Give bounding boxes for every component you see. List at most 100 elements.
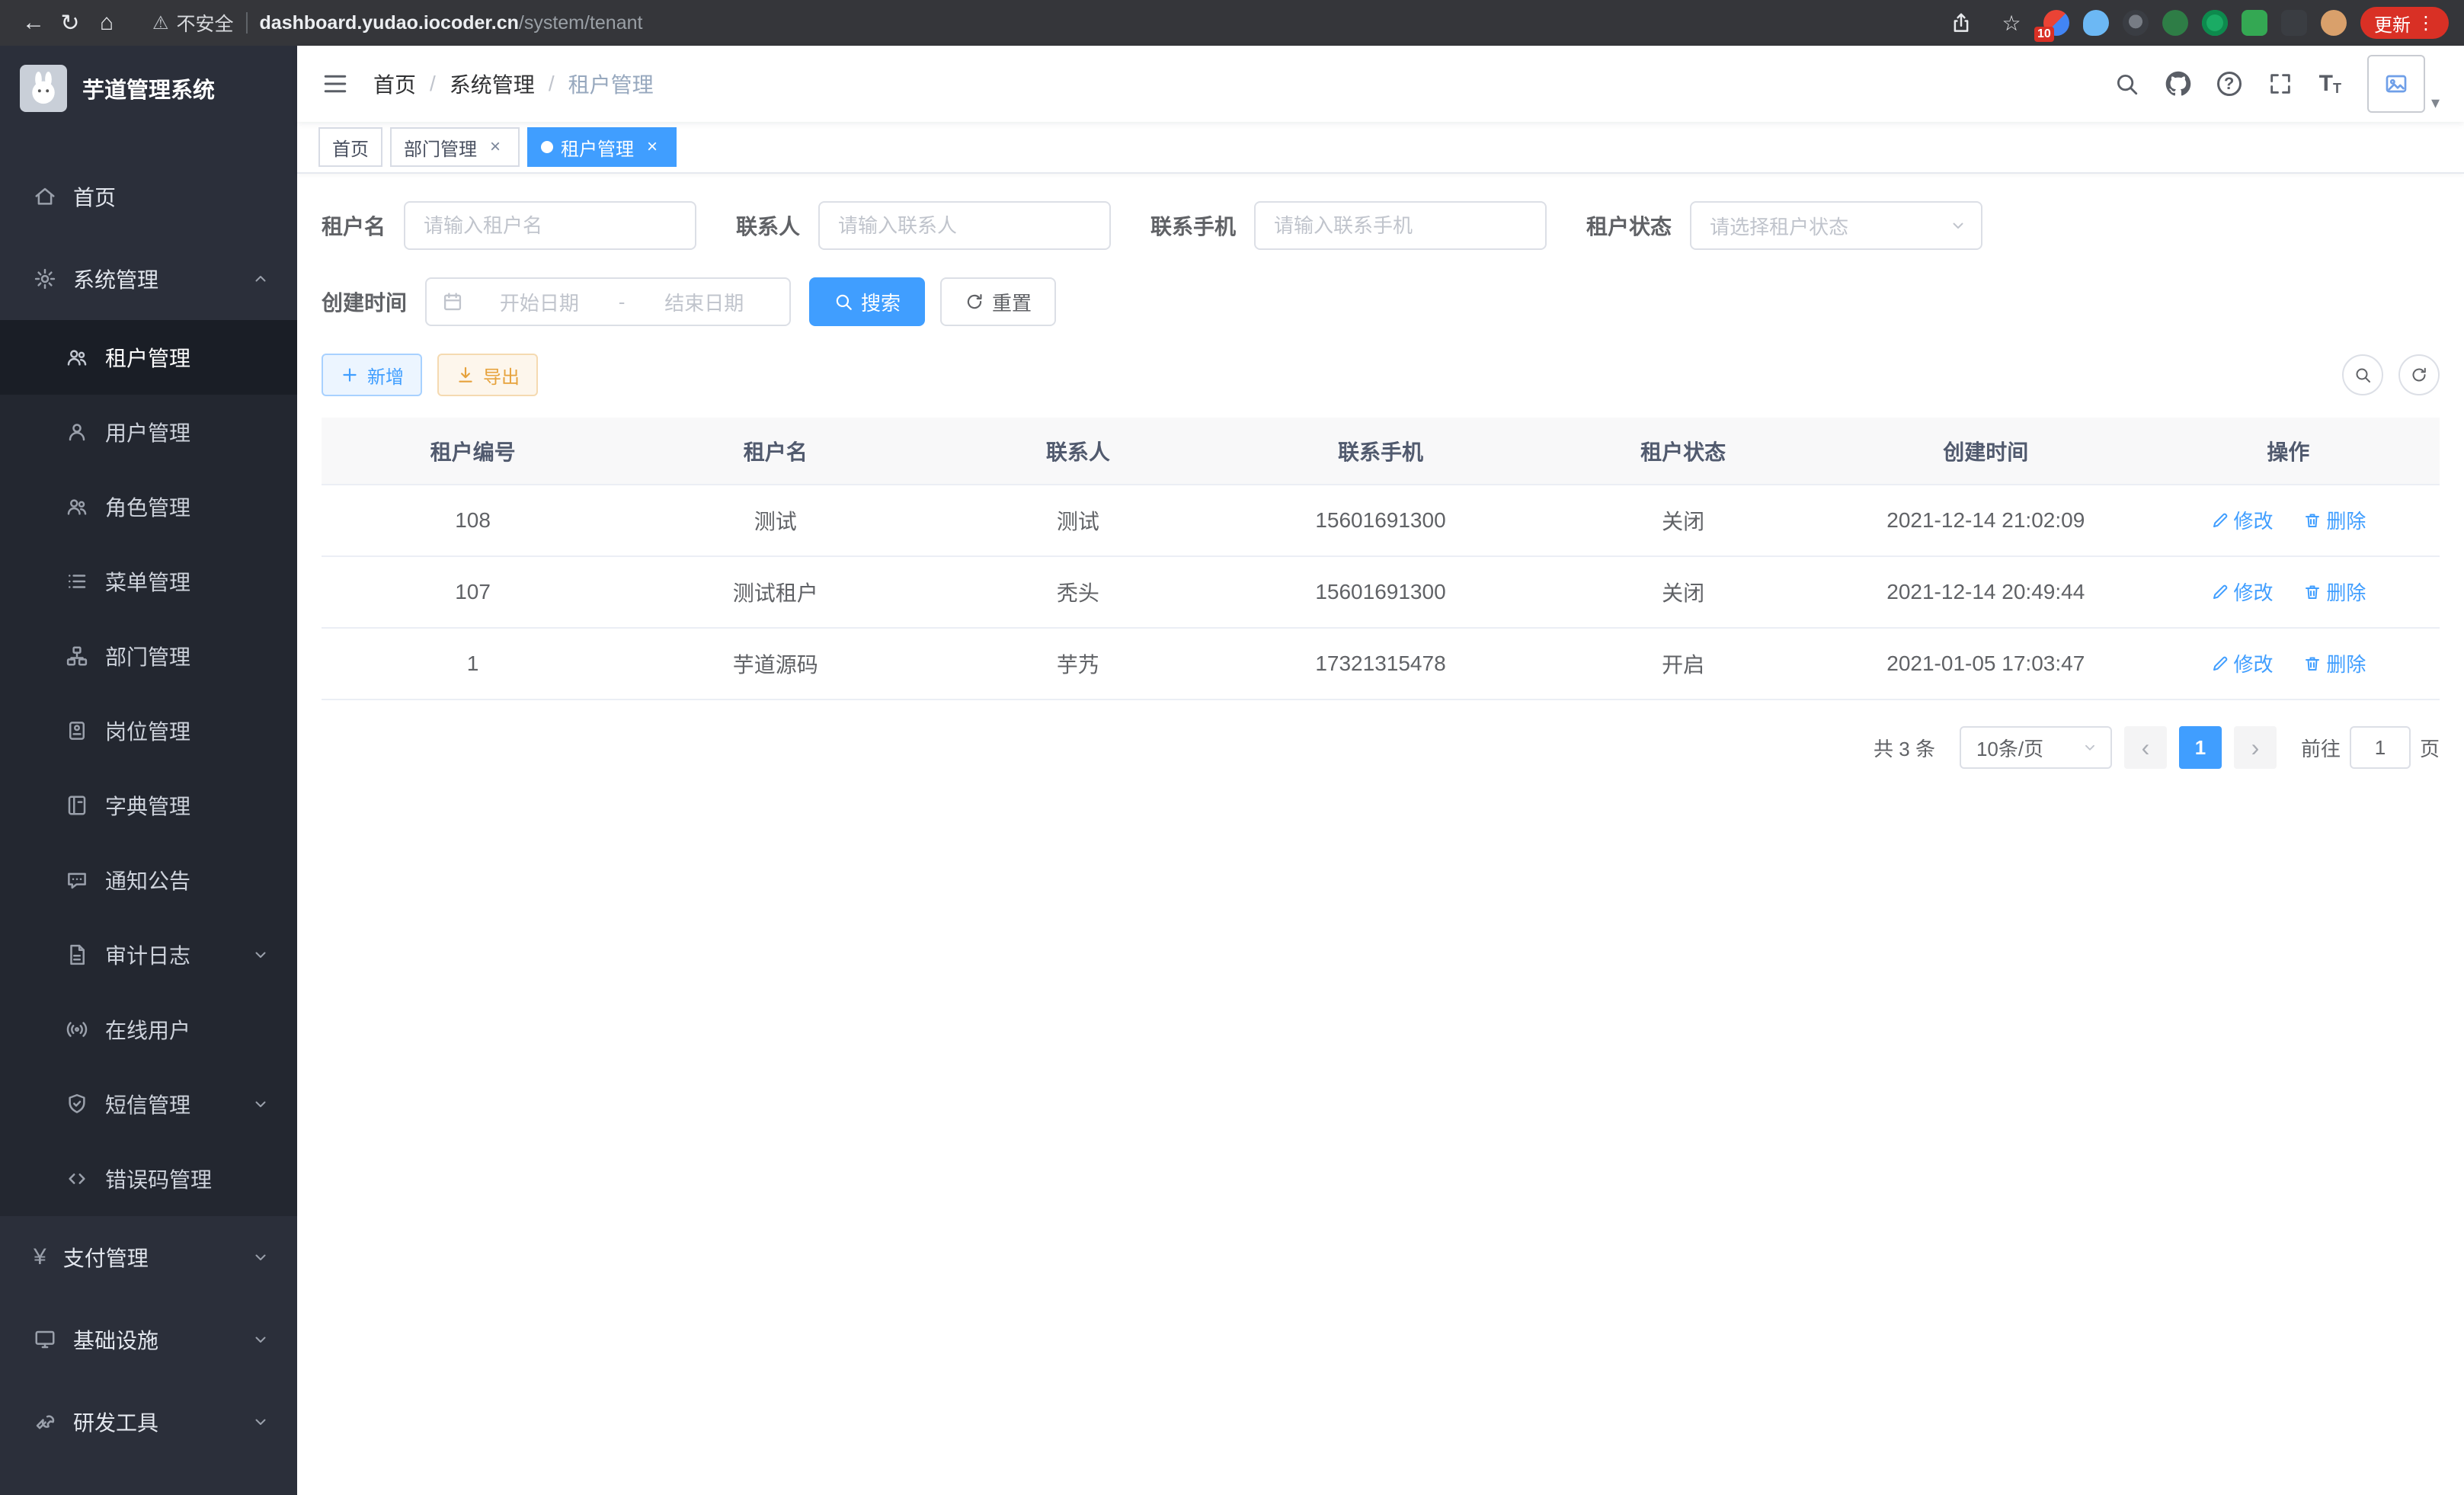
bookmark-star-icon[interactable]: ☆ bbox=[1993, 5, 2030, 41]
sidebar-item-notice[interactable]: 通知公告 bbox=[0, 843, 297, 917]
sidebar-submenu-system: 租户管理 用户管理 角色管理 菜单管理 部门管理 bbox=[0, 320, 297, 1216]
date-range-separator: - bbox=[616, 290, 629, 314]
close-icon[interactable]: × bbox=[485, 136, 506, 158]
browser-reload-icon[interactable]: ↻ bbox=[52, 5, 88, 41]
sidebar-item-dev-tools[interactable]: 研发工具 bbox=[0, 1381, 297, 1463]
sidebar-item-label: 部门管理 bbox=[105, 641, 190, 671]
sidebar-item-home[interactable]: 首页 bbox=[0, 155, 297, 238]
extension-icon[interactable] bbox=[2242, 10, 2267, 36]
tags-view-bar: 首页 部门管理 × 租户管理 × bbox=[297, 122, 2464, 174]
toggle-search-button[interactable] bbox=[2342, 354, 2383, 395]
table-row: 108 测试 测试 15601691300 关闭 2021-12-14 21:0… bbox=[322, 485, 2440, 556]
cell-tenant-id: 107 bbox=[322, 556, 624, 628]
main-area: 首页 / 系统管理 / 租户管理 ? T T ▾ bbox=[297, 46, 2464, 1495]
edit-link[interactable]: 修改 bbox=[2211, 649, 2274, 677]
edit-link[interactable]: 修改 bbox=[2211, 506, 2274, 534]
browser-menu-icon[interactable]: ⋮ bbox=[2417, 12, 2435, 34]
extension-badge: 10 bbox=[2034, 27, 2054, 42]
sidebar-item-system[interactable]: 系统管理 bbox=[0, 238, 297, 320]
page-number-button[interactable]: 1 bbox=[2179, 726, 2222, 769]
help-icon[interactable]: ? bbox=[2217, 72, 2242, 96]
date-start-placeholder: 开始日期 bbox=[469, 288, 610, 316]
edit-link[interactable]: 修改 bbox=[2211, 578, 2274, 606]
sidebar-item-menu[interactable]: 菜单管理 bbox=[0, 544, 297, 619]
tab-home[interactable]: 首页 bbox=[318, 127, 382, 167]
sidebar-item-audit-log[interactable]: 审计日志 bbox=[0, 917, 297, 992]
sidebar-item-label: 首页 bbox=[73, 181, 116, 212]
avatar bbox=[2367, 55, 2425, 113]
cell-status: 关闭 bbox=[1532, 556, 1835, 628]
tab-label: 部门管理 bbox=[404, 134, 477, 161]
add-button[interactable]: 新增 bbox=[322, 354, 422, 396]
sidebar-item-dept[interactable]: 部门管理 bbox=[0, 619, 297, 693]
create-time-range-picker[interactable]: 开始日期 - 结束日期 bbox=[425, 277, 791, 326]
address-bar[interactable]: ⚠ 不安全 dashboard.yudao.iocoder.cn/system/… bbox=[152, 9, 642, 37]
sidebar-item-online-users[interactable]: 在线用户 bbox=[0, 992, 297, 1067]
edit-label: 修改 bbox=[2234, 578, 2274, 606]
browser-update-button[interactable]: 更新 ⋮ bbox=[2360, 7, 2449, 39]
refresh-table-button[interactable] bbox=[2398, 354, 2440, 395]
sidebar-fold-icon[interactable] bbox=[322, 70, 349, 98]
extension-icon[interactable] bbox=[2083, 10, 2109, 36]
sidebar-item-payment[interactable]: ¥ 支付管理 bbox=[0, 1216, 297, 1298]
goto-label: 前往 bbox=[2301, 734, 2341, 762]
tenant-status-select[interactable]: 请选择租户状态 bbox=[1690, 201, 1982, 250]
extensions-puzzle-icon[interactable] bbox=[2281, 10, 2307, 36]
tab-dept[interactable]: 部门管理 × bbox=[390, 127, 520, 167]
app-shell: 芋道管理系统 首页 系统管理 租户管理 用户管理 bbox=[0, 46, 2464, 1495]
tab-tenant[interactable]: 租户管理 × bbox=[527, 127, 677, 167]
fullscreen-icon[interactable] bbox=[2267, 71, 2293, 97]
filter-row-2: 创建时间 开始日期 - 结束日期 搜索 重置 bbox=[322, 277, 2440, 326]
sidebar-item-error-code[interactable]: 错误码管理 bbox=[0, 1141, 297, 1216]
user-avatar-menu[interactable]: ▾ bbox=[2367, 55, 2440, 113]
browser-home-icon[interactable]: ⌂ bbox=[88, 5, 125, 41]
close-icon[interactable]: × bbox=[642, 136, 663, 158]
extension-icon[interactable]: 10 bbox=[2043, 10, 2069, 36]
tenant-table: 租户编号 租户名 联系人 联系手机 租户状态 创建时间 操作 108 测试 测试 bbox=[322, 418, 2440, 700]
extension-icon[interactable] bbox=[2123, 10, 2149, 36]
breadcrumb-system[interactable]: 系统管理 bbox=[450, 69, 535, 99]
cell-tenant-id: 108 bbox=[322, 485, 624, 556]
font-size-icon[interactable]: T T bbox=[2319, 72, 2341, 95]
reset-button[interactable]: 重置 bbox=[940, 277, 1056, 326]
export-button[interactable]: 导出 bbox=[437, 354, 538, 396]
cell-created-at: 2021-12-14 21:02:09 bbox=[1835, 485, 2137, 556]
sidebar-item-sms[interactable]: 短信管理 bbox=[0, 1067, 297, 1141]
sidebar-item-label: 审计日志 bbox=[105, 940, 190, 970]
reset-button-label: 重置 bbox=[992, 288, 1032, 316]
extension-icon[interactable] bbox=[2202, 10, 2228, 36]
delete-link[interactable]: 删除 bbox=[2303, 506, 2366, 534]
search-icon[interactable] bbox=[2114, 71, 2139, 97]
sidebar-item-post[interactable]: 岗位管理 bbox=[0, 693, 297, 768]
goto-page-input[interactable] bbox=[2350, 726, 2411, 769]
contact-phone-label: 联系手机 bbox=[1150, 210, 1236, 241]
sidebar-item-tenant[interactable]: 租户管理 bbox=[0, 320, 297, 395]
browser-back-icon[interactable]: ← bbox=[15, 5, 52, 41]
share-icon[interactable] bbox=[1943, 5, 1979, 41]
delete-link[interactable]: 删除 bbox=[2303, 578, 2366, 606]
github-icon[interactable] bbox=[2165, 71, 2191, 97]
breadcrumb: 首页 / 系统管理 / 租户管理 bbox=[373, 69, 654, 99]
app-logo[interactable]: 芋道管理系统 bbox=[0, 46, 297, 131]
sidebar-item-infrastructure[interactable]: 基础设施 bbox=[0, 1298, 297, 1381]
contact-input[interactable] bbox=[818, 201, 1111, 250]
app-title: 芋道管理系统 bbox=[82, 72, 215, 104]
create-time-label: 创建时间 bbox=[322, 287, 407, 317]
contact-phone-input[interactable] bbox=[1254, 201, 1547, 250]
sidebar-item-user[interactable]: 用户管理 bbox=[0, 395, 297, 469]
next-page-button[interactable]: › bbox=[2234, 726, 2277, 769]
edit-label: 修改 bbox=[2234, 649, 2274, 677]
cell-operations: 修改 删除 bbox=[2137, 556, 2440, 628]
tool-icon bbox=[34, 1410, 56, 1433]
page-size-select[interactable]: 10条/页 bbox=[1960, 726, 2112, 769]
sidebar-item-role[interactable]: 角色管理 bbox=[0, 469, 297, 544]
profile-avatar-icon[interactable] bbox=[2321, 10, 2347, 36]
prev-page-button[interactable]: ‹ bbox=[2124, 726, 2167, 769]
tenant-name-input[interactable] bbox=[404, 201, 696, 250]
add-button-label: 新增 bbox=[367, 362, 404, 389]
breadcrumb-home[interactable]: 首页 bbox=[373, 69, 416, 99]
extension-icon[interactable] bbox=[2162, 10, 2188, 36]
search-button[interactable]: 搜索 bbox=[809, 277, 925, 326]
sidebar-item-dict[interactable]: 字典管理 bbox=[0, 768, 297, 843]
delete-link[interactable]: 删除 bbox=[2303, 649, 2366, 677]
